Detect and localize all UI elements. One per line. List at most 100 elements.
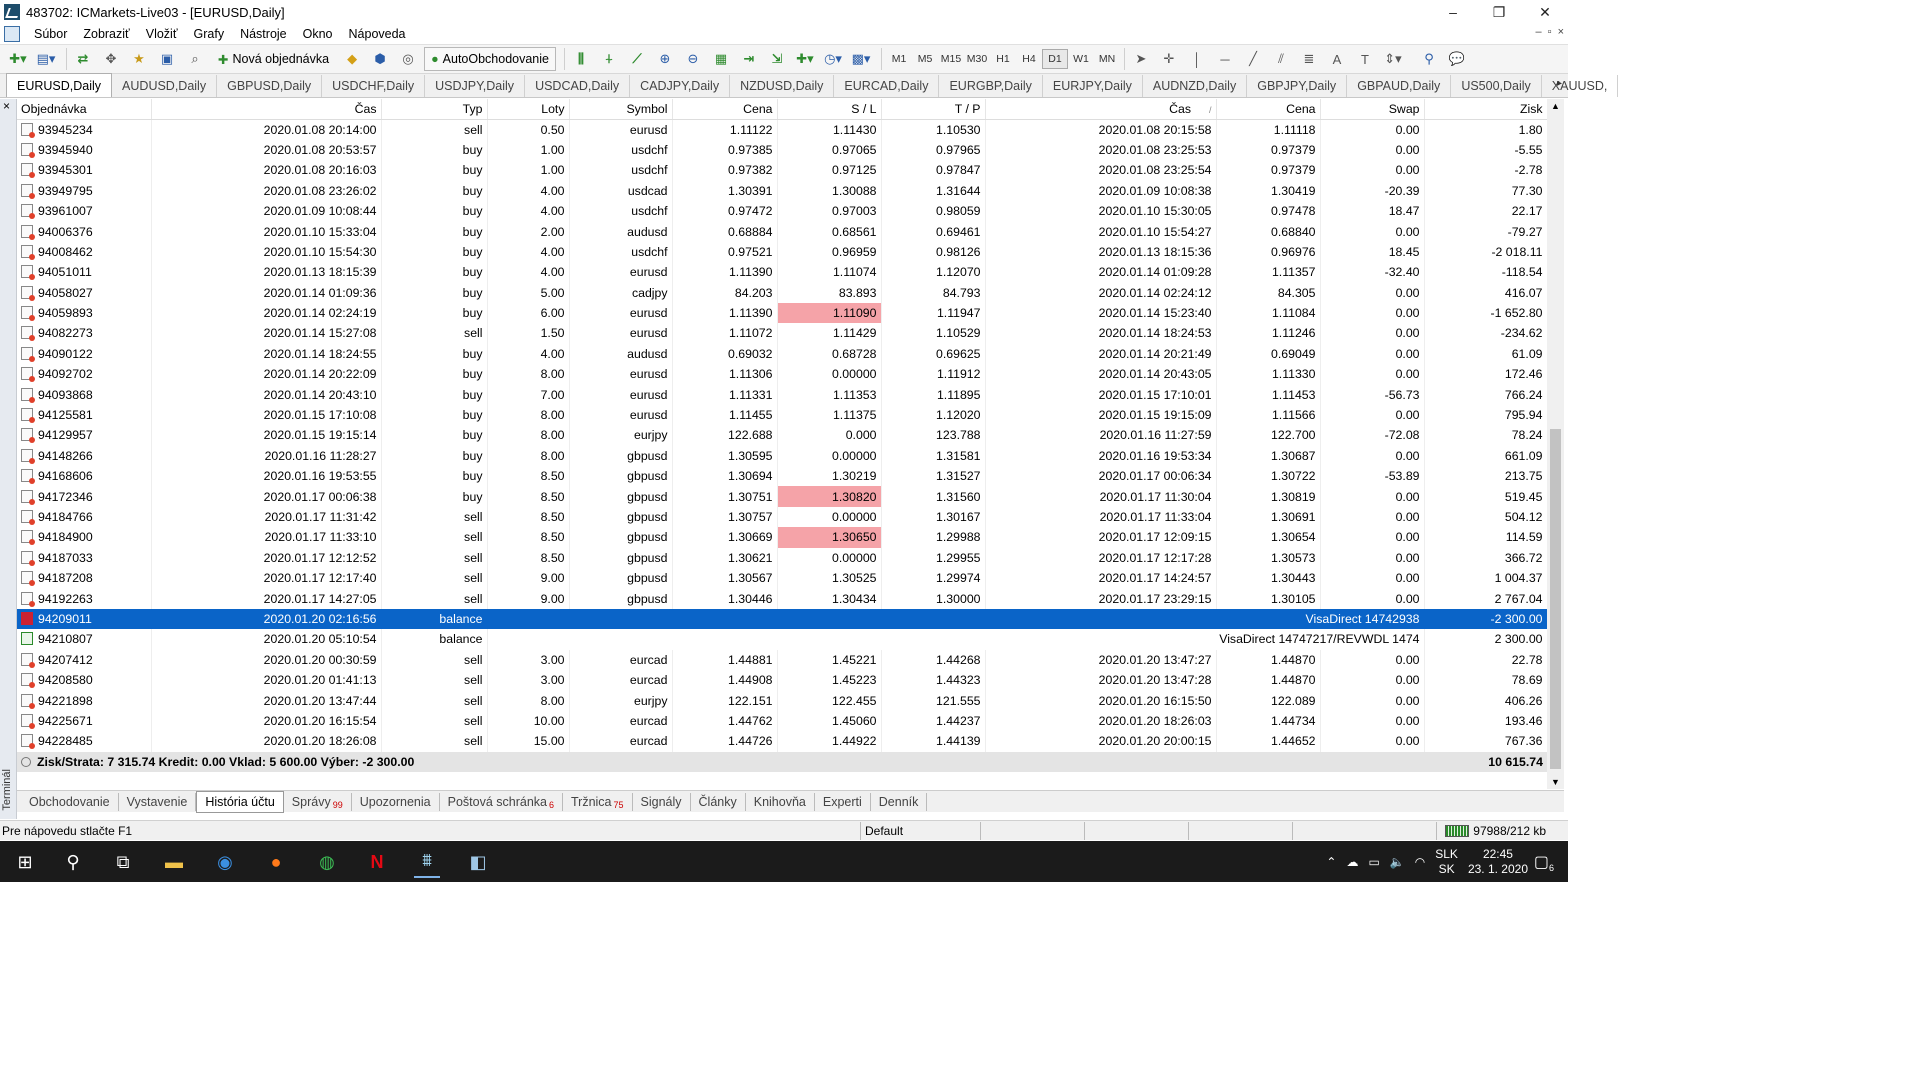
mdi-restore-button[interactable]: ▫ bbox=[1548, 26, 1552, 38]
market-watch-icon[interactable]: ⇄ bbox=[71, 47, 95, 71]
data-window-icon[interactable]: ✥ bbox=[99, 47, 123, 71]
table-row[interactable]: 94148266 2020.01.16 11:28:27 buy 8.00 gbpusd… bbox=[17, 445, 1548, 467]
chart-tab[interactable]: NZDUSD,Daily bbox=[730, 75, 835, 97]
mdi-minimize-button[interactable]: – bbox=[1536, 26, 1542, 38]
menu-help[interactable]: Nápoveda bbox=[341, 27, 414, 41]
chart-tab[interactable]: US500,Daily bbox=[1451, 75, 1542, 97]
chart-tab[interactable]: GBPAUD,Daily bbox=[1347, 75, 1452, 97]
table-row[interactable]: 93945301 2020.01.08 20:16:03 buy 1.00 usdchf… bbox=[17, 160, 1548, 181]
firefox-icon[interactable]: ● bbox=[263, 849, 289, 875]
bar-chart-icon[interactable]: ⫼ bbox=[569, 47, 593, 71]
chat-icon[interactable]: 💬 bbox=[1445, 47, 1469, 71]
menu-view[interactable]: Zobraziť bbox=[75, 27, 137, 41]
strategy-tester-icon[interactable]: ⌕ bbox=[183, 47, 207, 71]
table-row[interactable]: 94125581 2020.01.15 17:10:08 buy 8.00 eurusd… bbox=[17, 404, 1548, 426]
chrome-icon[interactable]: ◍ bbox=[314, 849, 340, 875]
line-chart-icon[interactable]: ⟋ bbox=[625, 47, 649, 71]
table-row[interactable]: 94192263 2020.01.17 14:27:05 sell 9.00 gbpus… bbox=[17, 588, 1548, 609]
crosshair-icon[interactable]: ✛ bbox=[1157, 47, 1181, 71]
timeframe-d1[interactable]: D1 bbox=[1042, 49, 1068, 69]
col-header-symbol[interactable]: Symbol bbox=[569, 99, 673, 120]
action-center-icon[interactable]: ▢6 bbox=[1534, 852, 1554, 873]
chart-tab[interactable]: EURGBP,Daily bbox=[939, 75, 1043, 97]
terminal-tab[interactable]: História účtu bbox=[196, 790, 284, 813]
terminal-tab[interactable]: Vystavenie bbox=[119, 792, 197, 811]
mdi-close-button[interactable]: × bbox=[1558, 26, 1564, 38]
tabs-scroll-right-icon[interactable]: ▸ bbox=[1557, 78, 1562, 89]
timeframe-mn[interactable]: MN bbox=[1094, 53, 1120, 65]
table-row[interactable]: 94008462 2020.01.10 15:54:30 buy 4.00 usdchf… bbox=[17, 241, 1548, 263]
wifi-icon[interactable]: ◠ bbox=[1415, 855, 1425, 869]
indicators-icon[interactable]: ✚▾ bbox=[793, 47, 817, 71]
table-row[interactable]: 94093868 2020.01.14 20:43:10 buy 7.00 eurusd… bbox=[17, 384, 1548, 405]
table-row[interactable]: 94058027 2020.01.14 01:09:36 buy 5.00 cadjpy… bbox=[17, 282, 1548, 303]
chart-tab[interactable]: EURJPY,Daily bbox=[1043, 75, 1143, 97]
volume-icon[interactable]: 🔈 bbox=[1390, 855, 1405, 869]
scrollbar-thumb[interactable] bbox=[1550, 429, 1561, 769]
chart-tab[interactable]: AUDNZD,Daily bbox=[1143, 75, 1248, 97]
maximize-button[interactable]: ❐ bbox=[1476, 0, 1522, 24]
terminal-tab[interactable]: Experti bbox=[815, 792, 871, 811]
app-taskbar-icon[interactable]: ◧ bbox=[465, 849, 491, 875]
col-header-order[interactable]: Objednávka bbox=[17, 99, 152, 120]
status-profile[interactable]: Default bbox=[860, 821, 980, 840]
zoom-out-icon[interactable]: ⊖ bbox=[681, 47, 705, 71]
timeframe-m30[interactable]: M30 bbox=[964, 53, 990, 65]
table-row[interactable]: 94082273 2020.01.14 15:27:08 sell 1.50 eurus… bbox=[17, 323, 1548, 344]
templates-icon[interactable]: ▩▾ bbox=[849, 47, 873, 71]
connection-status[interactable]: 97988/212 kb bbox=[1445, 824, 1546, 838]
terminal-tab[interactable]: Signály bbox=[633, 792, 691, 811]
col-header-price[interactable]: Cena bbox=[672, 99, 778, 120]
col-header-sl[interactable]: S / L bbox=[777, 99, 882, 120]
vertical-line-icon[interactable]: │ bbox=[1185, 47, 1209, 71]
table-row[interactable]: 94207412 2020.01.20 00:30:59 sell 3.00 eurca… bbox=[17, 649, 1548, 670]
minimize-button[interactable]: – bbox=[1430, 0, 1476, 24]
table-row[interactable]: 94221898 2020.01.20 13:47:44 sell 8.00 eurjp… bbox=[17, 690, 1548, 711]
chart-tab[interactable]: AUDUSD,Daily bbox=[112, 75, 218, 97]
file-explorer-icon[interactable]: ▬ bbox=[161, 849, 187, 875]
table-row[interactable]: 94059893 2020.01.14 02:24:19 buy 6.00 eurusd… bbox=[17, 302, 1548, 324]
table-row[interactable]: 94225671 2020.01.20 16:15:54 sell 10.00 eurc… bbox=[17, 710, 1548, 732]
col-header-swap[interactable]: Swap bbox=[1320, 99, 1425, 120]
table-row[interactable]: 94172346 2020.01.17 00:06:38 buy 8.50 gbpusd… bbox=[17, 486, 1548, 507]
chart-shift-icon[interactable]: ⇥ bbox=[737, 47, 761, 71]
autotrading-button[interactable]: ● AutoObchodovanie bbox=[424, 47, 556, 71]
scroll-down-icon[interactable]: ▼ bbox=[1551, 777, 1560, 787]
table-row[interactable]: 93949795 2020.01.08 23:26:02 buy 4.00 usdcad… bbox=[17, 180, 1548, 201]
onedrive-icon[interactable]: ☁ bbox=[1346, 855, 1358, 869]
document-icon[interactable] bbox=[4, 26, 20, 42]
language-indicator[interactable]: SLK SK bbox=[1435, 847, 1458, 877]
metaeditor-icon[interactable]: ◆ bbox=[340, 47, 364, 71]
task-view-icon[interactable]: ⧉ bbox=[110, 849, 136, 875]
chart-tab[interactable]: GBPJPY,Daily bbox=[1247, 75, 1348, 97]
terminal-tab[interactable]: Knihovňa bbox=[746, 792, 815, 811]
email-icon[interactable]: ◉ bbox=[212, 849, 238, 875]
profiles-icon[interactable]: ▤▾ bbox=[34, 47, 58, 71]
chart-tab[interactable]: EURCAD,Daily bbox=[834, 75, 940, 97]
battery-icon[interactable]: ▭ bbox=[1368, 855, 1379, 869]
candlestick-icon[interactable]: ⍭ bbox=[597, 47, 621, 71]
signals-icon[interactable]: ⬢ bbox=[368, 47, 392, 71]
periods-icon[interactable]: ◷▾ bbox=[821, 47, 845, 71]
navigator-icon[interactable]: ★ bbox=[127, 47, 151, 71]
table-row[interactable]: 94129957 2020.01.15 19:15:14 buy 8.00 eurjpy… bbox=[17, 425, 1548, 446]
table-row[interactable]: 94228485 2020.01.20 18:26:08 sell 15.00 eurc… bbox=[17, 731, 1548, 752]
menu-insert[interactable]: Vložiť bbox=[138, 27, 186, 41]
menu-file[interactable]: Súbor bbox=[26, 27, 75, 41]
globe-icon[interactable]: ◎ bbox=[396, 47, 420, 71]
terminal-close-icon[interactable]: × bbox=[3, 99, 10, 113]
timeframe-w1[interactable]: W1 bbox=[1068, 53, 1094, 65]
table-row[interactable]: 94184766 2020.01.17 11:31:42 sell 8.50 gbpus… bbox=[17, 506, 1548, 528]
menu-charts[interactable]: Grafy bbox=[186, 27, 233, 41]
new-order-button[interactable]: ✚ Nová objednávka bbox=[211, 47, 336, 71]
zoom-in-icon[interactable]: ⊕ bbox=[653, 47, 677, 71]
col-header-tp[interactable]: T / P bbox=[881, 99, 986, 120]
windows-start-icon[interactable]: ⊞ bbox=[12, 849, 38, 875]
menu-tools[interactable]: Nástroje bbox=[232, 27, 295, 41]
table-row[interactable]: 94168606 2020.01.16 19:53:55 buy 8.50 gbpusd… bbox=[17, 466, 1548, 487]
table-row[interactable]: 94209011 2020.01.20 02:16:56 balance VisaDi… bbox=[17, 608, 1548, 630]
table-row[interactable]: 94051011 2020.01.13 18:15:39 buy 4.00 eurusd… bbox=[17, 262, 1548, 283]
terminal-tab[interactable]: Poštová schránka 6 bbox=[440, 792, 563, 811]
tile-windows-icon[interactable]: ▦ bbox=[709, 47, 733, 71]
col-header-close-time[interactable]: Čas / bbox=[985, 99, 1217, 120]
